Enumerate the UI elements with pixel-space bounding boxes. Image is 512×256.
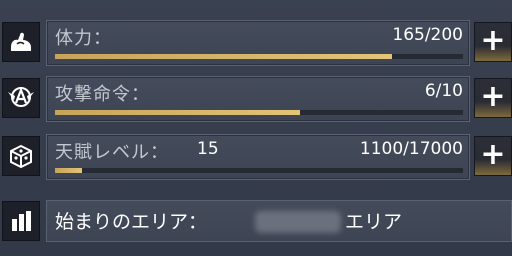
buildings-icon — [2, 201, 40, 241]
stat-value: 165/200 — [392, 25, 463, 45]
talent-level-value: 15 — [197, 139, 219, 159]
stat-label: 天賦レベル： — [55, 142, 169, 163]
progress-track — [55, 110, 463, 115]
progress-fill — [55, 54, 392, 59]
add-talent-button[interactable]: + — [474, 136, 512, 176]
area-panel[interactable]: 始まりのエリア： エリア — [46, 200, 512, 242]
stat-panel-attack-orders: 攻撃命令： 6/10 — [46, 76, 470, 122]
area-label: 始まりのエリア： — [55, 211, 208, 233]
add-attack-orders-button[interactable]: + — [474, 78, 512, 118]
stat-label: 体力： — [55, 28, 112, 49]
progress-track — [55, 168, 463, 173]
talent-cube-icon — [2, 136, 40, 176]
progress-fill — [55, 168, 82, 173]
stat-value: 6/10 — [424, 81, 463, 101]
stat-label: 攻撃命令： — [55, 84, 150, 105]
progress-track — [55, 54, 463, 59]
stat-panel-talent-level: 天賦レベル： 15 1100/17000 — [46, 134, 470, 180]
player-status-panel: 体力： 165/200 + 攻撃命令： 6/10 + 天賦レベル： 15 110… — [0, 0, 512, 256]
winged-a-emblem-icon — [2, 78, 40, 118]
redacted-area-name — [255, 211, 341, 233]
stat-value: 1100/17000 — [359, 139, 463, 159]
add-stamina-button[interactable]: + — [474, 22, 512, 62]
progress-fill — [55, 110, 300, 115]
area-suffix: エリア — [345, 211, 403, 233]
stat-panel-stamina: 体力： 165/200 — [46, 20, 470, 66]
flexed-arm-icon — [2, 22, 40, 62]
